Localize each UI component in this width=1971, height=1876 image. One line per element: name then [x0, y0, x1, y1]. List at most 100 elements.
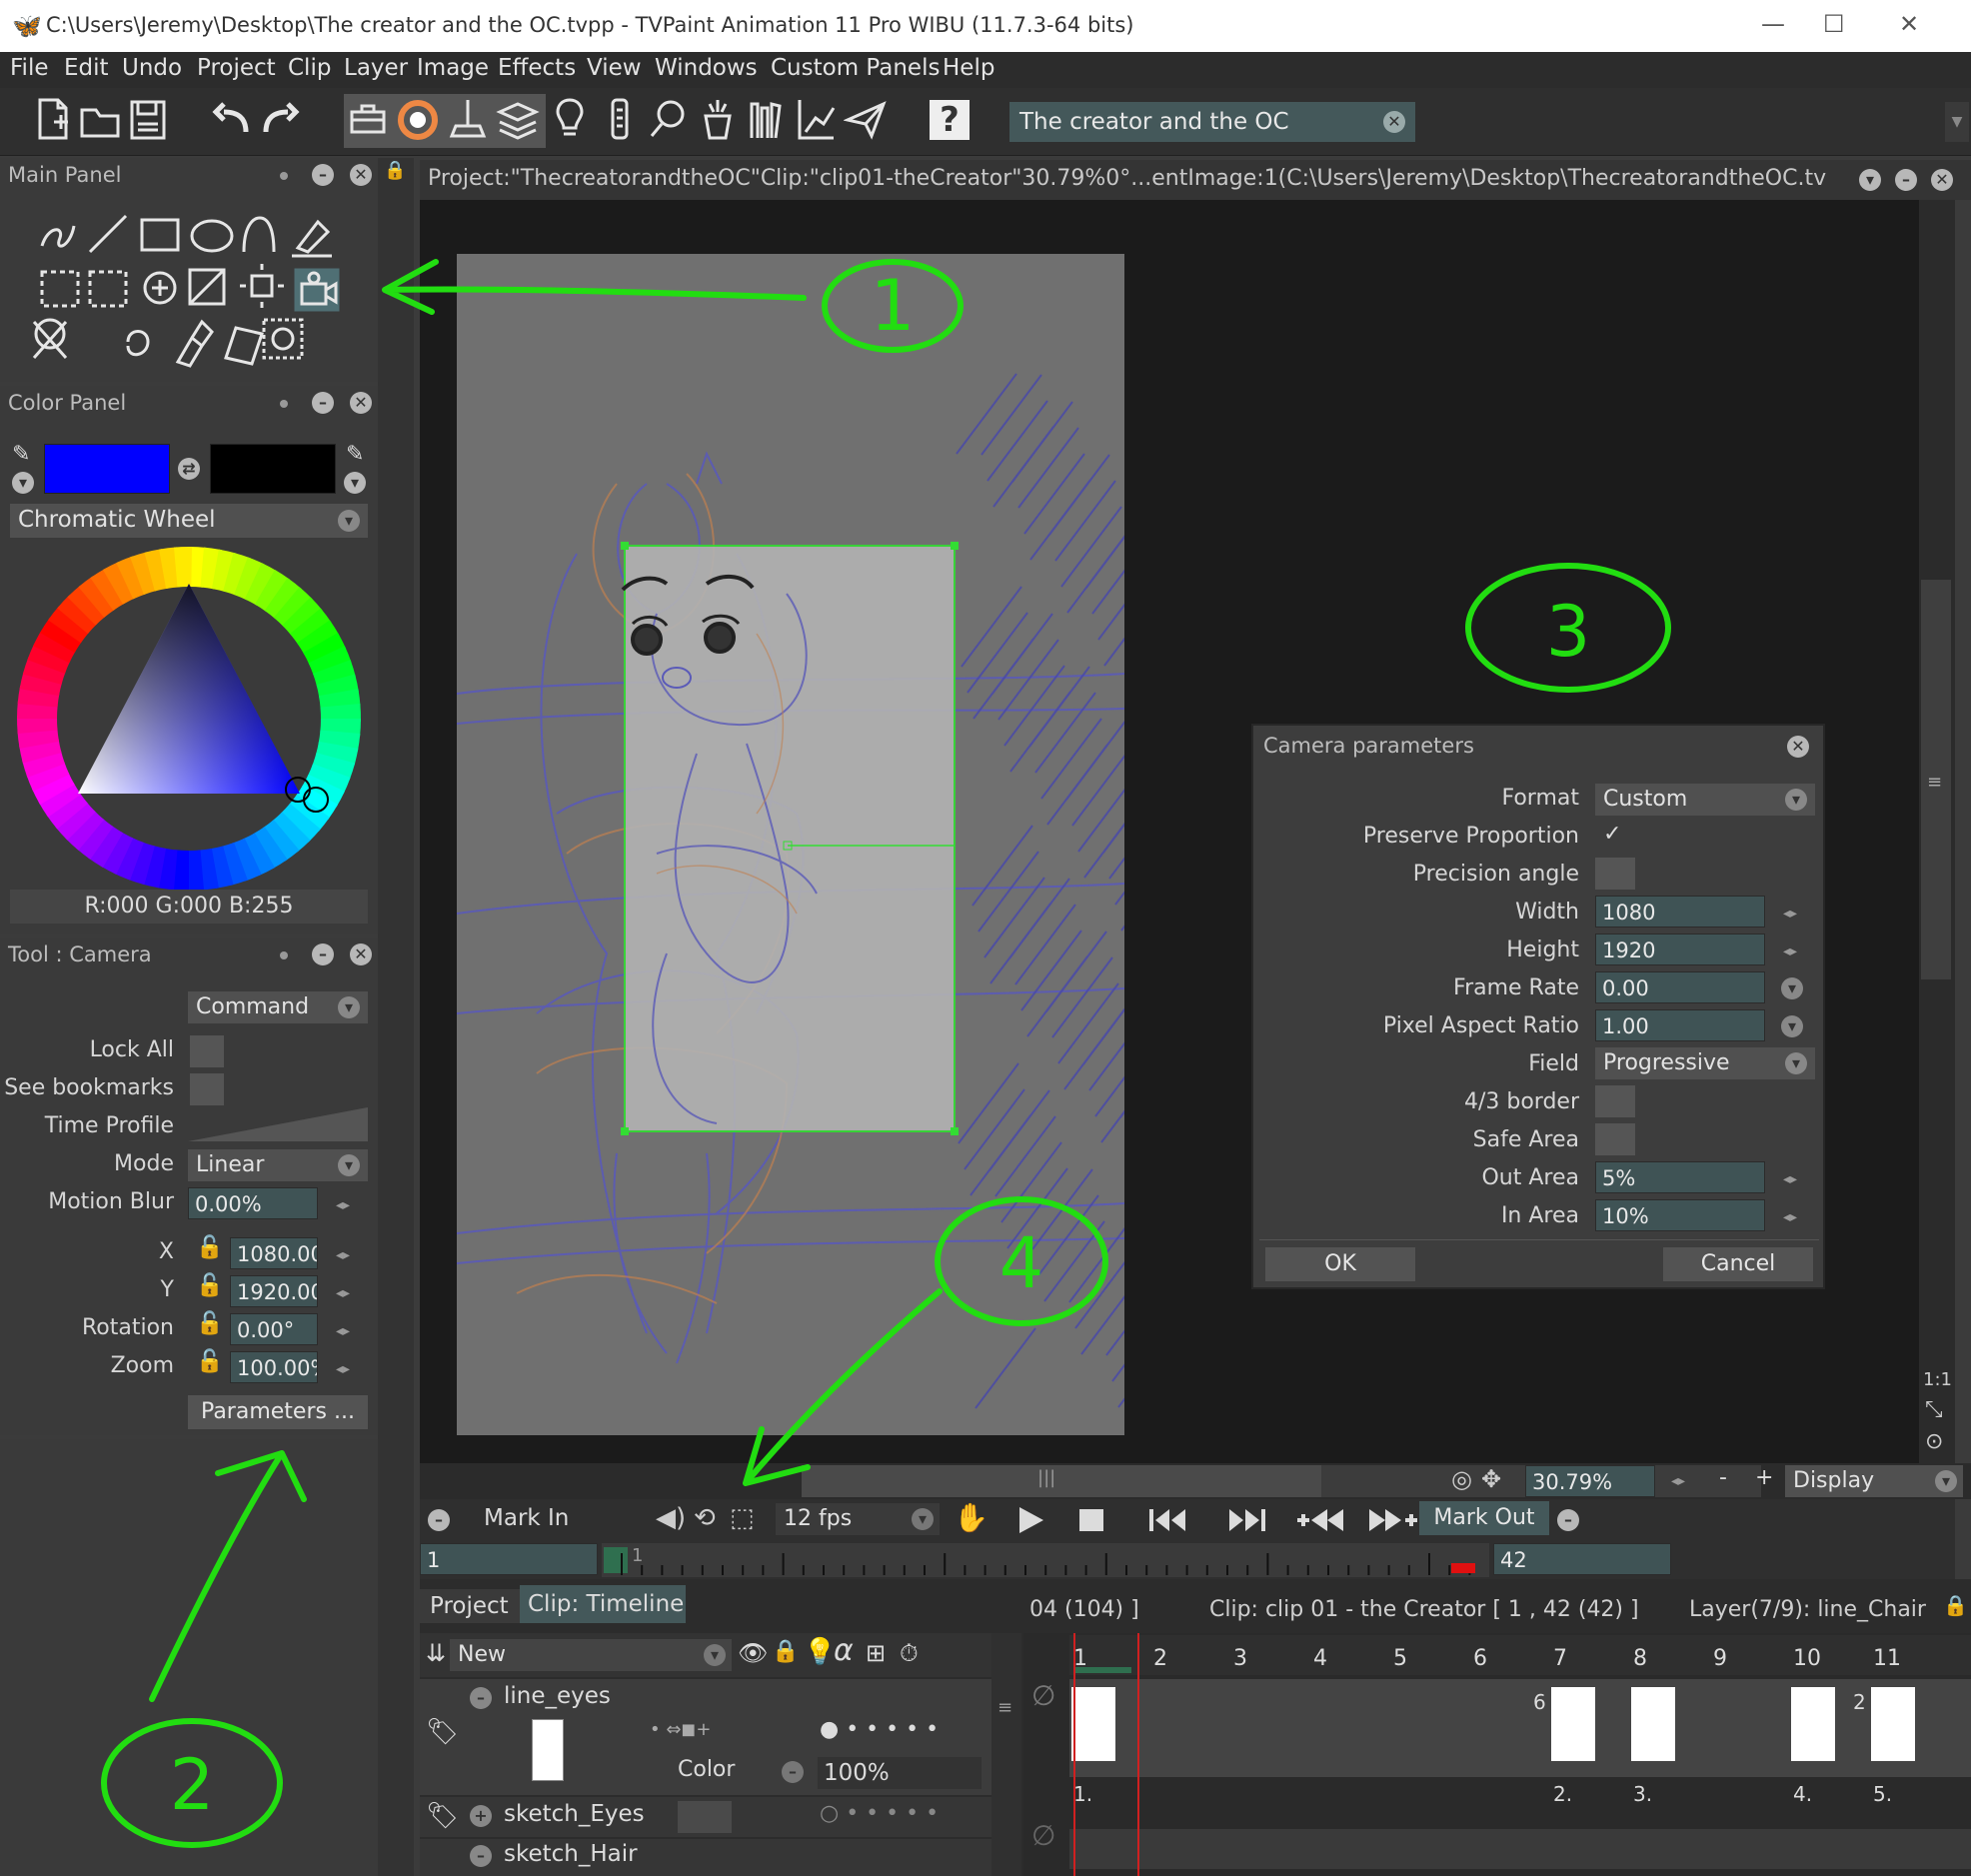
lightbulb-icon[interactable]: [548, 96, 592, 144]
frame-region-icon[interactable]: ⬚: [730, 1503, 755, 1533]
minimize-button[interactable]: —: [1761, 10, 1785, 38]
field-dropdown[interactable]: Progressive ▾: [1595, 1047, 1815, 1079]
color-a-options-icon[interactable]: ▾: [12, 472, 34, 494]
start-frame-input[interactable]: 1: [420, 1543, 598, 1575]
view-close-icon[interactable]: ✕: [1931, 169, 1953, 191]
motion-blur-input[interactable]: 0.00%: [188, 1187, 318, 1219]
layer-opacity-slider[interactable]: 100%: [818, 1757, 982, 1789]
new-layer-icon[interactable]: ⇊: [426, 1639, 446, 1667]
toolbox-icon[interactable]: [346, 96, 390, 144]
motion-blur-stepper-icon[interactable]: ◂▸: [336, 1197, 350, 1213]
pan-view-icon[interactable]: ✥: [1481, 1465, 1501, 1493]
timer-icon[interactable]: ⏱: [900, 1639, 919, 1667]
maximize-button[interactable]: ☐: [1823, 10, 1845, 38]
mark-out-toggle-icon[interactable]: –: [1557, 1509, 1579, 1531]
layer-collapse-icon[interactable]: –: [470, 1845, 492, 1867]
zoom-lock-icon[interactable]: 🔓: [196, 1349, 223, 1374]
layers-stack-icon[interactable]: [496, 96, 540, 144]
frame-rate-dropdown-icon[interactable]: ▾: [1781, 977, 1803, 999]
panel-collapse-icon[interactable]: –: [312, 164, 334, 186]
layer-tag-icon[interactable]: 🏷: [426, 1717, 459, 1747]
remote-icon[interactable]: [598, 96, 642, 144]
height-stepper-icon[interactable]: ◂▸: [1783, 943, 1797, 959]
open-folder-icon[interactable]: [78, 96, 122, 144]
clear-project-field-icon[interactable]: ✕: [1383, 111, 1405, 133]
lock-panel-icon[interactable]: 🔒: [384, 160, 406, 181]
format-dropdown[interactable]: Custom ▾: [1595, 784, 1815, 816]
out-area-stepper-icon[interactable]: ◂▸: [1783, 1171, 1797, 1187]
zoom-stepper-icon[interactable]: ◂▸: [1671, 1473, 1685, 1489]
panel-close-icon[interactable]: ✕: [350, 392, 372, 414]
layer-expand-icon[interactable]: +: [470, 1805, 492, 1827]
width-input[interactable]: 1080: [1595, 896, 1765, 928]
zoom-out-button[interactable]: -: [1719, 1465, 1727, 1490]
view-options-icon[interactable]: ▾: [1859, 169, 1881, 191]
library-icon[interactable]: [746, 96, 790, 144]
close-window-button[interactable]: ✕: [1899, 10, 1919, 38]
secondary-color-swatch[interactable]: [210, 444, 336, 494]
end-frame-input[interactable]: 42: [1493, 1543, 1671, 1575]
primary-color-swatch[interactable]: [44, 444, 170, 494]
opacity-minus-icon[interactable]: –: [782, 1761, 804, 1783]
frame-cell[interactable]: [1071, 1687, 1115, 1761]
rotation-stepper-icon[interactable]: ◂▸: [336, 1323, 350, 1339]
lock-layer-icon[interactable]: 🔒: [772, 1639, 799, 1664]
frame-rate-input[interactable]: 0.00: [1595, 971, 1765, 1003]
chart-tool-icon[interactable]: [794, 96, 838, 144]
search-zoom-icon[interactable]: [646, 96, 690, 144]
scrub-hand-icon[interactable]: ✋: [954, 1501, 988, 1534]
height-input[interactable]: 1920: [1595, 934, 1765, 965]
help-icon[interactable]: ?: [930, 100, 970, 140]
view-vertical-scrollbar[interactable]: ≡ 1:1 ⤡ ⊙: [1919, 200, 1955, 1469]
color-wheel-icon[interactable]: [396, 96, 440, 144]
menu-layer[interactable]: Layer: [344, 55, 408, 81]
rotate-view-icon[interactable]: ◎: [1451, 1465, 1472, 1493]
mark-in-toggle-icon[interactable]: –: [428, 1509, 450, 1531]
drawing-canvas[interactable]: [457, 254, 1124, 1435]
panel-close-icon[interactable]: ✕: [350, 943, 372, 965]
layer-row-line-eyes[interactable]: – line_eyes 🏷 • ⇔◼+ ● • • • • • Color – …: [420, 1679, 991, 1795]
layer-blend-icon[interactable]: • ⇔◼+: [650, 1719, 711, 1740]
out-area-input[interactable]: 5%: [1595, 1161, 1765, 1193]
menu-custom-panels[interactable]: Custom Panels: [771, 55, 940, 81]
reset-view-icon[interactable]: ⊙: [1925, 1429, 1943, 1454]
zoom-stepper-icon[interactable]: ◂▸: [336, 1361, 350, 1377]
view-minimize-icon[interactable]: –: [1895, 169, 1917, 191]
layer-row-sketch-hair[interactable]: – sketch_Hair: [420, 1839, 991, 1876]
preserve-proportion-checkbox[interactable]: ✓: [1603, 822, 1621, 847]
eyedropper-right-icon[interactable]: ✎: [346, 442, 364, 467]
frame-slider[interactable]: 1: [602, 1543, 1489, 1577]
dialog-close-icon[interactable]: ✕: [1787, 736, 1809, 758]
frame-cell[interactable]: [1871, 1687, 1915, 1761]
fps-dropdown[interactable]: 12 fps ▾: [776, 1503, 940, 1535]
menu-edit[interactable]: Edit: [64, 55, 109, 81]
magic-hat-icon[interactable]: [696, 96, 740, 144]
loop-icon[interactable]: ⟲: [694, 1503, 716, 1533]
eyedropper-left-icon[interactable]: ✎: [12, 442, 30, 467]
menu-clip[interactable]: Clip: [288, 55, 331, 81]
mark-in-button[interactable]: Mark In: [484, 1505, 569, 1531]
visibility-eye-icon[interactable]: 👁: [738, 1639, 768, 1667]
see-bookmarks-checkbox[interactable]: [190, 1073, 224, 1105]
menu-windows[interactable]: Windows: [655, 55, 758, 81]
safe-area-checkbox[interactable]: [1595, 1123, 1635, 1155]
timeline-lock-icon[interactable]: 🔒: [1943, 1593, 1968, 1617]
sound-icon[interactable]: ◀): [656, 1503, 686, 1533]
y-lock-icon[interactable]: 🔓: [196, 1273, 223, 1298]
ok-button[interactable]: OK: [1265, 1247, 1415, 1281]
one-to-one-icon[interactable]: 1:1: [1923, 1369, 1952, 1390]
pixel-aspect-dropdown-icon[interactable]: ▾: [1781, 1015, 1803, 1037]
tab-clip-timeline[interactable]: Clip: Timeline: [520, 1585, 686, 1623]
color-b-options-icon[interactable]: ▾: [344, 472, 366, 494]
toolbar-overflow-icon[interactable]: ▼: [1945, 102, 1969, 142]
menu-help[interactable]: Help: [943, 55, 994, 81]
y-input[interactable]: 1920.00: [230, 1275, 318, 1307]
menu-view[interactable]: View: [587, 55, 642, 81]
menu-effects[interactable]: Effects: [498, 55, 576, 81]
left-splitter[interactable]: 🔒: [378, 158, 414, 1876]
swap-colors-icon[interactable]: ⇄: [178, 458, 200, 480]
frame-cell[interactable]: [1631, 1687, 1675, 1761]
frame-cell[interactable]: [1791, 1687, 1835, 1761]
layer-color-swatch[interactable]: [678, 1801, 732, 1833]
command-dropdown[interactable]: Command ▾: [188, 991, 368, 1023]
